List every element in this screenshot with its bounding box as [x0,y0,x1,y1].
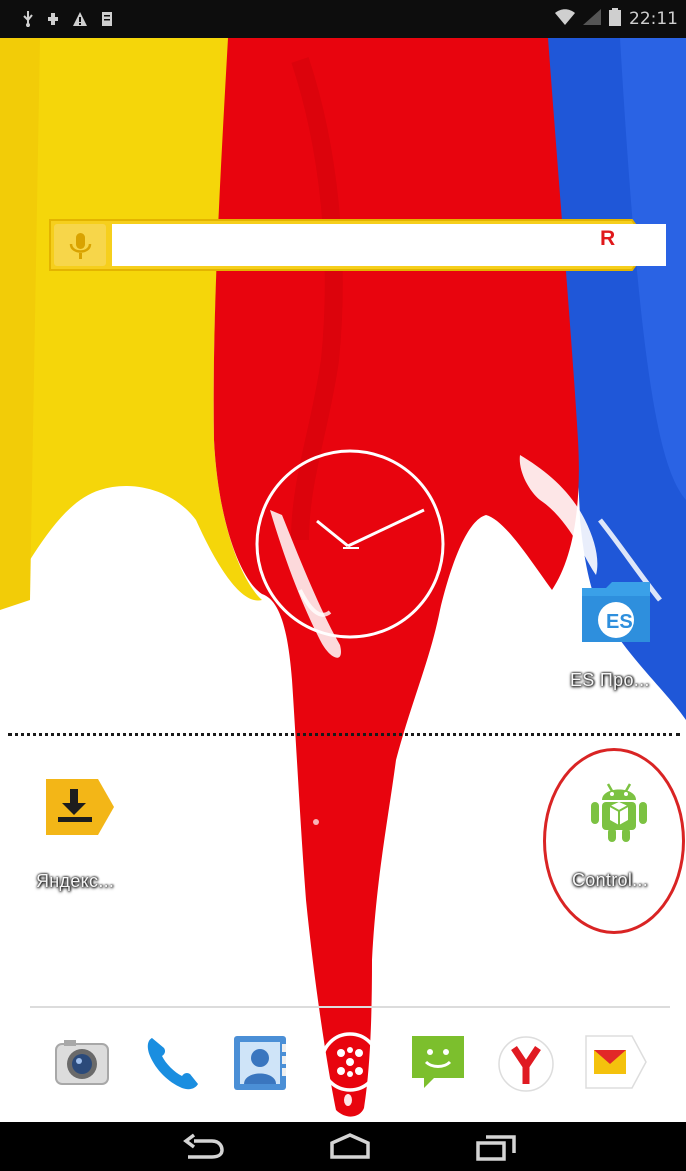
svg-text:ES: ES [606,611,633,633]
home-screen: 22:11 Я ES ES Про... Яндекс... Control..… [0,0,686,1171]
recent-apps-icon [476,1135,516,1161]
battery-icon [609,8,621,30]
recent-apps-button[interactable] [466,1130,526,1164]
app-label-yandex: Яндекс... [36,871,115,891]
dock-yandex-browser[interactable] [494,1030,558,1094]
app-label-es: ES Про... [570,670,650,690]
dock-messaging[interactable] [406,1030,470,1094]
warning-icon [72,11,88,27]
dock-camera[interactable] [50,1030,114,1094]
clock-hour-hand [316,519,349,548]
home-button[interactable] [320,1130,380,1164]
back-button[interactable] [174,1130,234,1164]
highlight-circle [543,748,685,934]
yandex-download-icon [46,779,114,835]
sync-icon [47,11,59,27]
app-yandex[interactable] [42,773,118,841]
wifi-icon [555,9,575,29]
search-widget[interactable] [46,214,666,276]
mail-icon [585,1035,647,1089]
yandex-logo: Я [600,227,616,250]
camera-icon [55,1040,109,1085]
contacts-icon [234,1036,286,1090]
dock-mail[interactable] [584,1030,648,1094]
clock-minute-hand [347,508,425,548]
dock-contacts[interactable] [228,1030,292,1094]
home-icon [330,1133,370,1159]
search-input[interactable] [112,224,666,266]
navigation-bar [0,1122,686,1171]
yandex-browser-icon [498,1036,554,1092]
usb-icon [22,11,34,27]
phone-icon [147,1038,198,1090]
messages-icon [412,1036,464,1088]
es-file-explorer-icon: ES [582,582,650,642]
back-icon [183,1133,224,1159]
analog-clock-widget[interactable] [253,447,447,641]
app-es-file-explorer[interactable]: ES [578,578,654,646]
home-page-divider [8,733,680,736]
dock-app-drawer[interactable] [318,1030,382,1094]
status-bar: 22:11 [0,0,686,38]
microphone-icon[interactable] [52,224,108,266]
storage-icon [101,11,113,27]
dock-phone[interactable] [140,1030,204,1094]
signal-icon [583,9,601,29]
dock-divider [30,1006,670,1008]
app-drawer-icon [320,1032,380,1092]
status-time: 22:11 [629,9,678,29]
